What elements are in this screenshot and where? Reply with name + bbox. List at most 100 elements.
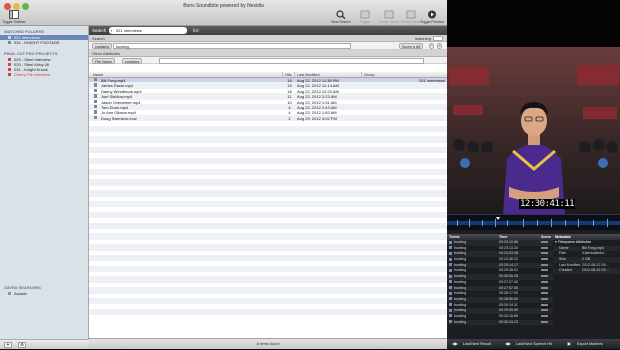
sidebar: WATCHED FOLDERS 021 Interviews 031 - KNI… <box>0 26 89 349</box>
score-bar <box>541 292 548 295</box>
prev-next-result-label: Last/Next Result <box>463 342 491 346</box>
toggle-preview-button[interactable]: Toggle Preview <box>420 10 444 24</box>
metadata-value: /Users/admin/... <box>582 251 608 256</box>
sidebar-footer: + ⚙ <box>0 339 89 349</box>
score-bar <box>541 280 548 283</box>
prev-next-speech-label: Last/Next Speech Hit <box>516 342 552 346</box>
score-bar <box>541 246 548 249</box>
metadata-row: Created 2012-08-22 03:... <box>553 268 620 275</box>
add-icon[interactable]: + <box>4 342 12 348</box>
score-bar <box>541 269 548 272</box>
score-bar <box>541 286 548 289</box>
preview-bottom-bar: ◀▶ Last/Next Result ◀▶ Last/Next Speech … <box>447 339 620 349</box>
prev-next-speech-icon[interactable]: ◀▶ <box>505 339 511 349</box>
new-search-label: New Search <box>331 20 351 24</box>
results-table: Name Hits Last Modified Group Bill Fong.… <box>89 72 447 338</box>
result-icon <box>449 263 452 267</box>
app-window: Boris Soundbite powered by Nexidia Toggl… <box>0 0 447 349</box>
result-icon <box>449 240 452 244</box>
results-panel: Terms bowling bowling bowling bowling bowlin… <box>447 230 620 349</box>
time-column: Time 00:23:10.88 00:23:13.34 00:23:53.38 00… <box>497 234 539 326</box>
gear-icon[interactable]: ⚙ <box>18 342 26 348</box>
video-frame-image <box>447 47 620 214</box>
result-icon <box>449 320 452 324</box>
contains2-select[interactable]: contains <box>122 58 143 64</box>
result-icon <box>449 297 452 301</box>
search-in-field[interactable]: ▪ 021 Interviews <box>109 27 187 34</box>
timecode-display: 12:30:41:11 <box>519 199 576 209</box>
search-header: Search matching <box>89 35 447 42</box>
search-scope-bar: Search ▪ 021 Interviews for: <box>89 26 447 35</box>
toggle-sidebar-label: Toggle Sidebar <box>2 20 26 24</box>
fcp-projects-header: FINAL CUT PRO PROJECTS <box>4 51 58 56</box>
remove-criteria-icon[interactable]: − <box>429 43 434 49</box>
movie-file-icon <box>94 104 97 109</box>
prev-next-result-icon[interactable]: ◀▶ <box>452 339 458 349</box>
metadata-value: Bill Fong.mp4 <box>582 245 604 250</box>
clip-icon <box>406 10 416 19</box>
matching-select[interactable] <box>433 36 443 41</box>
score-column: Score <box>539 234 553 326</box>
project-icon <box>8 58 11 62</box>
score-bar <box>541 309 548 312</box>
search-label: Search <box>92 28 107 33</box>
score-bar <box>541 275 548 278</box>
movie-file-icon <box>94 99 97 103</box>
score-bar <box>541 252 548 255</box>
export-markers-icon[interactable]: ▣ <box>567 339 571 349</box>
play-icon <box>428 10 436 19</box>
score-bar <box>541 263 548 266</box>
waveform-icon <box>447 217 620 227</box>
other-attributes-header: Other Attributes <box>89 50 447 57</box>
result-score <box>539 319 553 326</box>
score-select[interactable]: Score ≥ 65 <box>399 43 424 49</box>
score-bar <box>541 303 548 306</box>
title-bar: Boris Soundbite powered by Nexidia Toggl… <box>0 0 447 28</box>
toggle-preview-label: Toggle Preview <box>420 20 444 24</box>
for-label: for: <box>193 28 200 33</box>
project-icon <box>8 73 11 77</box>
result-icon <box>449 280 452 284</box>
file-name-select[interactable]: File Name <box>92 58 116 64</box>
new-search-button[interactable]: New Search <box>329 10 353 24</box>
result-icon <box>449 308 452 312</box>
score-bar <box>541 314 548 317</box>
query-input[interactable]: bowling <box>113 43 351 49</box>
result-icon <box>449 246 452 250</box>
attribute-criteria-row: File Name contains <box>89 57 447 64</box>
folder-icon <box>8 41 11 45</box>
sidebar-item-knight-footage[interactable]: 031 - KNIGHT FOOTAGE <box>0 40 88 45</box>
score-bar <box>541 258 548 261</box>
sidebar-item-saved-arcade[interactable]: Arcade <box>0 291 89 296</box>
score-bar <box>541 241 548 244</box>
attribute-input[interactable] <box>159 58 424 64</box>
playhead-icon <box>496 217 500 220</box>
terms-column: Terms bowling bowling bowling bowling bowlin… <box>447 234 497 326</box>
movie-file-icon <box>94 115 97 120</box>
metadata-icon <box>360 10 370 19</box>
result-icon <box>449 251 452 255</box>
folder-icon: ▪ <box>111 28 113 33</box>
movie-file-icon <box>94 88 97 93</box>
result-icon <box>449 286 452 290</box>
metadata-value: 2012-08-22 03:... <box>582 268 610 273</box>
sidebar-item-cherry-pie[interactable]: Cherry Pie Interview <box>0 72 88 77</box>
movie-file-icon <box>94 78 97 82</box>
movie-file-icon <box>94 94 97 98</box>
video-preview[interactable]: 12:30:41:11 <box>447 47 620 214</box>
metadata-panel: Metadata ▾ Filesystem Attributes Name Bil… <box>553 234 620 275</box>
result-icon <box>449 268 452 272</box>
result-icon <box>449 257 452 261</box>
add-criteria-icon[interactable]: + <box>437 43 442 49</box>
timeline-scrubber[interactable] <box>447 214 620 230</box>
result-time[interactable]: 00:30:43.23 <box>497 319 539 326</box>
export-markers-button[interactable]: Export Markers <box>577 339 603 349</box>
result-icon <box>449 291 452 295</box>
result-term[interactable]: bowling <box>447 319 497 326</box>
status-bar: 8 items found <box>89 338 447 349</box>
preview-panel: 12:30:41:11 Terms bowling bowling bowling b… <box>447 0 620 349</box>
folder-icon <box>8 36 11 40</box>
items-found-text: 8 items found <box>256 342 280 346</box>
contains-select[interactable]: contains <box>92 43 113 49</box>
toggle-sidebar-button[interactable]: Toggle Sidebar <box>2 10 26 24</box>
